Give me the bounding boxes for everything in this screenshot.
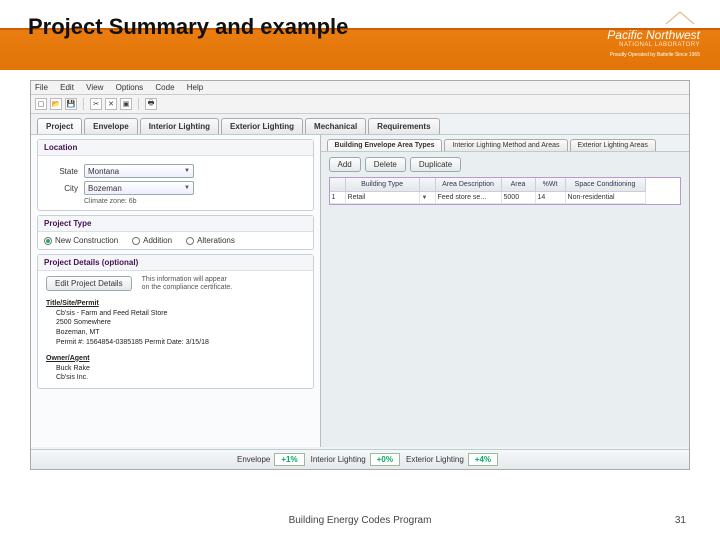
project-type-title: Project Type bbox=[38, 216, 313, 232]
status-value: +4% bbox=[468, 453, 498, 466]
col-area: Area bbox=[502, 178, 536, 192]
brand-tagline: Proudly Operated by Battelle Since 1965 bbox=[607, 52, 700, 58]
status-value: +1% bbox=[274, 453, 304, 466]
cell-wt: 14 bbox=[536, 192, 566, 204]
radio-icon bbox=[44, 237, 52, 245]
open-icon[interactable]: 📂 bbox=[50, 98, 62, 110]
details-title-site: Title/Site/Permit Cb'sis - Farm and Feed… bbox=[46, 299, 305, 348]
radio-new-construction[interactable]: New Construction bbox=[44, 236, 118, 245]
brand-name: Pacific Northwest bbox=[607, 28, 700, 42]
brand-subtitle: NATIONAL LABORATORY bbox=[607, 42, 700, 48]
project-details-title: Project Details (optional) bbox=[38, 255, 313, 271]
left-pane: Location State Montana ▼ City Bozeman ▼ bbox=[31, 135, 321, 447]
cut-icon[interactable]: ✂ bbox=[90, 98, 102, 110]
status-label: Exterior Lighting bbox=[406, 455, 464, 464]
copy-icon[interactable]: ▣ bbox=[120, 98, 132, 110]
action-row: Add Delete Duplicate bbox=[321, 152, 689, 177]
slide-title: Project Summary and example bbox=[28, 14, 348, 40]
cell-num: 1 bbox=[330, 192, 346, 204]
page-number: 31 bbox=[675, 515, 686, 526]
print-icon[interactable]: 🖶 bbox=[145, 98, 157, 110]
toolbar-separator bbox=[138, 98, 139, 110]
menu-help[interactable]: Help bbox=[187, 83, 203, 92]
sub-tabs: Building Envelope Area Types Interior Li… bbox=[321, 135, 689, 152]
menu-code[interactable]: Code bbox=[155, 83, 174, 92]
menubar: File Edit View Options Code Help bbox=[31, 81, 689, 95]
brand-logo-icon bbox=[660, 6, 700, 26]
save-icon[interactable]: 💾 bbox=[65, 98, 77, 110]
radio-label: Addition bbox=[143, 236, 172, 245]
cell-space-cond[interactable]: Non-residential bbox=[566, 192, 646, 204]
sub-tab-envelope-area-types[interactable]: Building Envelope Area Types bbox=[327, 139, 443, 151]
details-info: This information will appear on the comp… bbox=[142, 276, 233, 293]
tab-mechanical[interactable]: Mechanical bbox=[305, 118, 366, 134]
col-num bbox=[330, 178, 346, 192]
tab-envelope[interactable]: Envelope bbox=[84, 118, 138, 134]
cell-building-type[interactable]: Retail bbox=[346, 192, 420, 204]
col-space-cond: Space Conditioning bbox=[566, 178, 646, 192]
state-label: State bbox=[46, 167, 78, 176]
menu-options[interactable]: Options bbox=[116, 83, 144, 92]
edit-project-details-button[interactable]: Edit Project Details bbox=[46, 276, 132, 291]
tab-requirements[interactable]: Requirements bbox=[368, 118, 439, 134]
chevron-down-icon: ▼ bbox=[184, 168, 190, 174]
status-exterior-lighting: Exterior Lighting +4% bbox=[406, 453, 498, 466]
toolbar-separator bbox=[83, 98, 84, 110]
status-envelope: Envelope +1% bbox=[237, 453, 305, 466]
menu-file[interactable]: File bbox=[35, 83, 48, 92]
chevron-down-icon: ▼ bbox=[422, 195, 428, 201]
city-value: Bozeman bbox=[88, 184, 122, 193]
menu-view[interactable]: View bbox=[86, 83, 103, 92]
col-wt: %Wt bbox=[536, 178, 566, 192]
sub-tab-exterior-lighting-areas[interactable]: Exterior Lighting Areas bbox=[570, 139, 656, 151]
radio-icon bbox=[132, 237, 140, 245]
brand-block: Pacific Northwest NATIONAL LABORATORY Pr… bbox=[607, 6, 700, 58]
project-details-group: Project Details (optional) Edit Project … bbox=[37, 254, 314, 389]
status-label: Envelope bbox=[237, 455, 270, 464]
state-select[interactable]: Montana ▼ bbox=[84, 164, 194, 178]
toolbar: ▢ 📂 💾 ✂ ✕ ▣ 🖶 bbox=[31, 95, 689, 114]
chevron-down-icon: ▼ bbox=[184, 185, 190, 191]
radio-label: New Construction bbox=[55, 236, 118, 245]
sub-tab-interior-lighting-method[interactable]: Interior Lighting Method and Areas bbox=[444, 139, 567, 151]
cell-dd[interactable]: ▼ bbox=[420, 192, 436, 204]
radio-alterations[interactable]: Alterations bbox=[186, 236, 235, 245]
radio-label: Alterations bbox=[197, 236, 235, 245]
cell-desc[interactable]: Feed store se... bbox=[436, 192, 502, 204]
col-building-type: Building Type bbox=[346, 178, 420, 192]
location-group: Location State Montana ▼ City Bozeman ▼ bbox=[37, 139, 314, 211]
status-label: Interior Lighting bbox=[311, 455, 366, 464]
status-bar: Envelope +1% Interior Lighting +0% Exter… bbox=[31, 449, 689, 469]
radio-icon bbox=[186, 237, 194, 245]
app-window: File Edit View Options Code Help ▢ 📂 💾 ✂… bbox=[30, 80, 690, 470]
state-value: Montana bbox=[88, 167, 119, 176]
climate-note: Climate zone: 6b bbox=[84, 198, 305, 205]
footer-text: Building Energy Codes Program bbox=[0, 515, 720, 526]
status-value: +0% bbox=[370, 453, 400, 466]
add-button[interactable]: Add bbox=[329, 157, 361, 172]
menu-edit[interactable]: Edit bbox=[60, 83, 74, 92]
section-tabs: Project Envelope Interior Lighting Exter… bbox=[31, 114, 689, 135]
project-type-group: Project Type New Construction Addition A… bbox=[37, 215, 314, 250]
col-area-desc: Area Description bbox=[436, 178, 502, 192]
location-title: Location bbox=[38, 140, 313, 156]
new-icon[interactable]: ▢ bbox=[35, 98, 47, 110]
duplicate-button[interactable]: Duplicate bbox=[410, 157, 461, 172]
table-row[interactable]: 1 Retail ▼ Feed store se... 5000 14 Non-… bbox=[330, 192, 680, 204]
delete-icon[interactable]: ✕ bbox=[105, 98, 117, 110]
city-select[interactable]: Bozeman ▼ bbox=[84, 181, 194, 195]
status-interior-lighting: Interior Lighting +0% bbox=[311, 453, 400, 466]
delete-button[interactable]: Delete bbox=[365, 157, 406, 172]
tab-exterior-lighting[interactable]: Exterior Lighting bbox=[221, 118, 303, 134]
details-owner-agent: Owner/Agent Buck Rake Cb'sis Inc. bbox=[46, 354, 305, 383]
radio-addition[interactable]: Addition bbox=[132, 236, 172, 245]
tab-interior-lighting[interactable]: Interior Lighting bbox=[140, 118, 219, 134]
tab-project[interactable]: Project bbox=[37, 118, 82, 134]
col-blank bbox=[420, 178, 436, 192]
area-types-table: Building Type Area Description Area %Wt … bbox=[329, 177, 681, 205]
cell-area[interactable]: 5000 bbox=[502, 192, 536, 204]
city-label: City bbox=[46, 184, 78, 193]
right-pane: Building Envelope Area Types Interior Li… bbox=[321, 135, 689, 447]
